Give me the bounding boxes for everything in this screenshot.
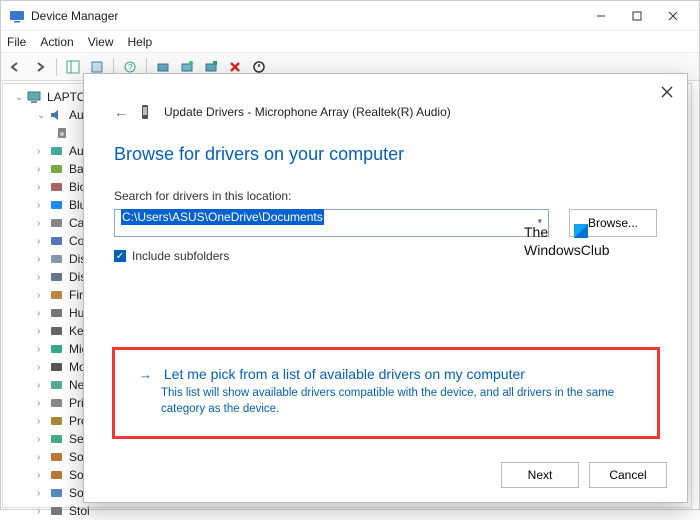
search-location-label: Search for drivers in this location: (84, 165, 687, 203)
expand-icon[interactable]: › (37, 164, 47, 175)
device-category-icon (49, 234, 65, 248)
expand-icon[interactable]: › (37, 326, 47, 337)
expand-icon[interactable]: › (37, 452, 47, 463)
app-icon (9, 8, 25, 24)
speaker-icon (55, 126, 71, 140)
expand-icon[interactable]: › (37, 254, 47, 265)
device-category-icon (49, 468, 65, 482)
expand-icon[interactable]: › (37, 344, 47, 355)
expand-icon[interactable]: › (37, 182, 47, 193)
expand-icon[interactable]: › (37, 488, 47, 499)
svg-text:?: ? (128, 63, 133, 72)
include-subfolders-label: Include subfolders (132, 249, 229, 263)
device-category-icon (49, 288, 65, 302)
device-icon (138, 104, 154, 120)
close-button[interactable] (655, 2, 691, 30)
forward-button[interactable] (29, 56, 51, 78)
update-drivers-dialog: ← Update Drivers - Microphone Array (Rea… (83, 73, 688, 503)
device-category-icon (49, 144, 65, 158)
show-hide-tree-button[interactable] (62, 56, 84, 78)
device-category-icon (49, 378, 65, 392)
expand-icon[interactable]: › (37, 362, 47, 373)
watermark-line1: The (524, 224, 548, 240)
dialog-close-button[interactable] (655, 80, 679, 104)
device-category-icon (49, 432, 65, 446)
expand-icon[interactable]: › (37, 272, 47, 283)
device-category-icon (49, 414, 65, 428)
collapse-icon[interactable]: ⌄ (37, 110, 47, 121)
expand-icon[interactable]: › (37, 290, 47, 301)
device-category-icon (49, 162, 65, 176)
watermark-line2: WindowsClub (524, 242, 610, 258)
expand-icon[interactable]: › (37, 506, 47, 517)
window-controls (583, 2, 691, 30)
dialog-heading: Browse for drivers on your computer (84, 120, 687, 165)
menu-file[interactable]: File (7, 35, 26, 49)
device-category-icon (49, 216, 65, 230)
menu-view[interactable]: View (88, 35, 114, 49)
device-category-icon (49, 342, 65, 356)
tree-item[interactable]: › Stoi (37, 502, 691, 520)
device-manager-window: Device Manager File Action View Help ? ⌄ (0, 0, 700, 510)
computer-icon (27, 90, 43, 104)
minimize-button[interactable] (583, 2, 619, 30)
pick-from-list-description: This list will show available drivers co… (139, 386, 633, 417)
pick-from-list-title: Let me pick from a list of available dri… (164, 366, 525, 382)
collapse-icon[interactable]: ⌄ (15, 92, 25, 103)
back-button[interactable] (5, 56, 27, 78)
menu-bar: File Action View Help (1, 31, 699, 53)
device-category-icon (49, 198, 65, 212)
pick-from-list-option[interactable]: → Let me pick from a list of available d… (112, 347, 660, 439)
watermark-logo-icon (574, 224, 588, 238)
menu-action[interactable]: Action (40, 35, 73, 49)
device-category-icon (49, 360, 65, 374)
device-category-icon (49, 270, 65, 284)
titlebar: Device Manager (1, 1, 699, 31)
maximize-button[interactable] (619, 2, 655, 30)
expand-icon[interactable]: › (37, 398, 47, 409)
device-category-icon (49, 180, 65, 194)
include-subfolders-checkbox[interactable]: ✓ (114, 250, 126, 262)
expand-icon[interactable]: › (37, 146, 47, 157)
expand-icon[interactable]: › (37, 416, 47, 427)
device-category-icon (49, 396, 65, 410)
next-button[interactable]: Next (501, 462, 579, 488)
menu-help[interactable]: Help (128, 35, 153, 49)
expand-icon[interactable]: › (37, 308, 47, 319)
expand-icon[interactable]: › (37, 470, 47, 481)
device-category-icon (49, 486, 65, 500)
tree-item-label: Stoi (69, 504, 90, 518)
expand-icon[interactable]: › (37, 200, 47, 211)
driver-path-combobox[interactable]: C:\Users\ASUS\OneDrive\Documents ▾ (114, 209, 549, 237)
device-category-icon (49, 504, 65, 518)
dialog-back-button[interactable]: ← (114, 104, 128, 120)
expand-icon[interactable]: › (37, 218, 47, 229)
device-category-icon (49, 324, 65, 338)
separator (56, 58, 57, 76)
device-category-icon (49, 252, 65, 266)
window-title: Device Manager (31, 9, 583, 23)
dialog-title: Update Drivers - Microphone Array (Realt… (164, 105, 451, 119)
device-category-icon (49, 450, 65, 464)
audio-icon (49, 108, 65, 122)
cancel-button[interactable]: Cancel (589, 462, 667, 488)
expand-icon[interactable]: › (37, 434, 47, 445)
expand-icon[interactable]: › (37, 380, 47, 391)
watermark: The WindowsClub (524, 224, 610, 259)
device-category-icon (49, 306, 65, 320)
arrow-right-icon: → (139, 367, 152, 382)
driver-path-value: C:\Users\ASUS\OneDrive\Documents (121, 209, 324, 225)
expand-icon[interactable]: › (37, 236, 47, 247)
